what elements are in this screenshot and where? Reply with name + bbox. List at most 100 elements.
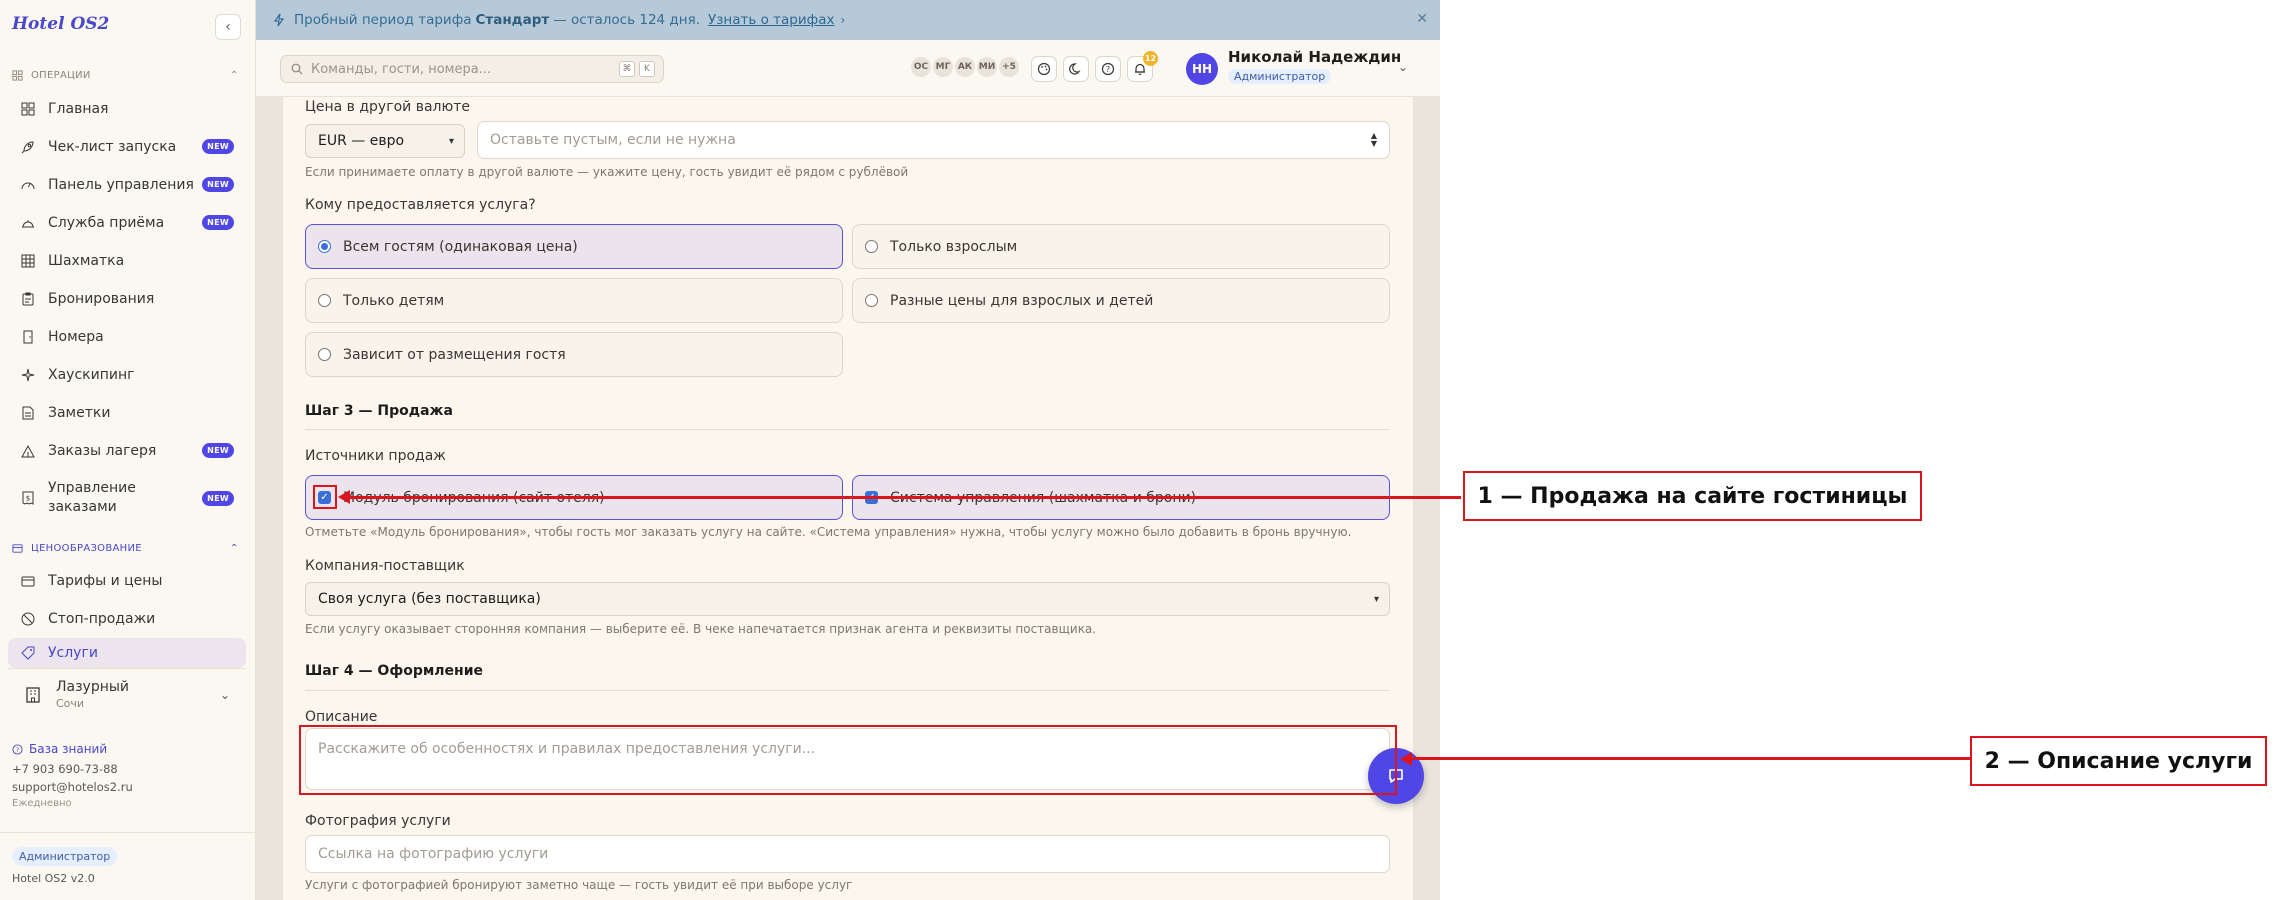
currency-price-input[interactable]: Оставьте пустым, если не нужна ▲ ▼	[477, 121, 1390, 159]
palette-icon	[1037, 62, 1051, 76]
presence-avatar[interactable]: МГ	[933, 57, 953, 77]
step-4-title: Шаг 4 — Оформление	[305, 663, 484, 679]
shortcut-key: K	[639, 61, 655, 77]
theme-palette-button[interactable]	[1031, 56, 1057, 82]
photo-url-placeholder: Ссылка на фотографию услуги	[318, 846, 549, 862]
app-version: Hotel OS2 v2.0	[12, 872, 95, 885]
grid-icon	[20, 101, 36, 117]
sidebar-item[interactable]: Служба приёма NEW	[8, 204, 246, 242]
sidebar-item[interactable]: Хаускипинг	[8, 356, 246, 394]
sidebar-item[interactable]: Стоп-продажи	[8, 600, 246, 638]
sidebar-item[interactable]: Тарифы и цены	[8, 562, 246, 600]
step-3-title: Шаг 3 — Продажа	[305, 403, 453, 419]
hotel-selector[interactable]: Лазурный Сочи ⌄	[8, 668, 246, 720]
user-role-badge: Администратор	[1228, 69, 1332, 84]
sidebar-item-label: Услуги	[48, 644, 98, 661]
sidebar-item-label: Тарифы и цены	[48, 572, 163, 589]
currency-select[interactable]: EUR — евро ▾	[305, 124, 465, 158]
chevron-right-icon: ›	[840, 13, 846, 27]
sources-hint: Отметьте «Модуль бронирования», чтобы го…	[305, 525, 1352, 539]
svg-text:?: ?	[16, 745, 19, 753]
shortcut-key: ⌘	[619, 61, 635, 77]
svg-text:?: ?	[1106, 65, 1110, 74]
help-button[interactable]: ?	[1095, 56, 1121, 82]
sidebar-footer: Администратор Hotel OS2 v2.0	[0, 832, 256, 897]
banner-plan: Стандарт	[475, 12, 550, 28]
chevron-down-icon: ▾	[1373, 593, 1379, 605]
user-name[interactable]: Николай Надеждин	[1228, 48, 1401, 66]
sidebar-item[interactable]: Главная	[8, 90, 246, 128]
divider	[305, 690, 1390, 691]
sidebar-item-label: Шахматка	[48, 252, 125, 269]
tariffs-link[interactable]: Узнать о тарифах	[708, 12, 834, 28]
annotation-highlight-checkbox	[313, 485, 337, 509]
section-label: ЦЕНООБРАЗОВАНИЕ	[31, 542, 142, 554]
knowledge-base-link[interactable]: ? База знаний	[12, 742, 133, 756]
section-pricing[interactable]: ЦЕНООБРАЗОВАНИЕ ⌃	[12, 540, 238, 556]
brand-logo[interactable]: Hotel OS2	[12, 14, 109, 34]
sidebar-item[interactable]: Панель управления NEW	[8, 166, 246, 204]
presence-more[interactable]: +5	[999, 57, 1019, 77]
sidebar-item-label: Хаускипинг	[48, 366, 135, 383]
sidebar-item[interactable]: Чек-лист запуска NEW	[8, 128, 246, 166]
moon-icon	[1069, 63, 1081, 75]
sidebar-item[interactable]: Заказы лагеря NEW	[8, 432, 246, 470]
wallet-icon	[12, 543, 23, 553]
sidebar-item[interactable]: Заметки	[8, 394, 246, 432]
audience-option[interactable]: Всем гостям (одинаковая цена)	[305, 224, 843, 269]
section-label: ОПЕРАЦИИ	[31, 69, 91, 81]
audience-option-label: Только детям	[343, 292, 445, 309]
notification-count: 12	[1143, 51, 1158, 66]
sidebar: Hotel OS2 ‹ ОПЕРАЦИИ ⌃ Главная Чек-лист з…	[0, 0, 256, 900]
presence-avatar[interactable]: ОС	[911, 57, 931, 77]
radio-selected-icon[interactable]	[318, 240, 331, 253]
presence-avatar[interactable]: АК	[955, 57, 975, 77]
currency-hint: Если принимаете оплату в другой валюте —…	[305, 165, 909, 179]
support-email[interactable]: support@hotelos2.ru	[12, 780, 133, 794]
audience-option[interactable]: Зависит от размещения гостя	[305, 332, 843, 377]
audience-option[interactable]: Только взрослым	[852, 224, 1390, 269]
arrow-head-icon	[1400, 752, 1412, 766]
search-icon	[291, 63, 303, 75]
banner-prefix: Пробный период тарифа	[294, 12, 472, 28]
rocket-icon	[20, 139, 36, 155]
collapse-sidebar-button[interactable]: ‹	[215, 14, 241, 40]
tent-icon	[20, 443, 36, 459]
door-icon	[20, 329, 36, 345]
audience-option-label: Только взрослым	[890, 238, 1018, 255]
chevron-down-icon: ⌄	[219, 687, 230, 702]
stepper-icon[interactable]: ▲ ▼	[1371, 132, 1377, 148]
close-banner-icon[interactable]: ✕	[1416, 11, 1428, 27]
annotation-callout-2: 2 — Описание услуги	[1970, 736, 2267, 786]
lightning-icon	[273, 13, 285, 27]
sidebar-item[interactable]: Шахматка	[8, 242, 246, 280]
presence-avatar[interactable]: МИ	[977, 57, 997, 77]
sidebar-item[interactable]: $ Управление заказами NEW	[8, 475, 246, 521]
support-phone[interactable]: +7 903 690-73-88	[12, 762, 133, 776]
chevron-down-icon[interactable]: ⌄	[1398, 60, 1408, 74]
radio-icon[interactable]	[865, 240, 878, 253]
supplier-select[interactable]: Своя услуга (без поставщика) ▾	[305, 582, 1390, 616]
section-operations[interactable]: ОПЕРАЦИИ ⌃	[12, 67, 238, 83]
sidebar-item-label: Главная	[48, 100, 109, 117]
sidebar-item[interactable]: Бронирования	[8, 280, 246, 318]
photo-url-input[interactable]: Ссылка на фотографию услуги	[305, 835, 1390, 873]
description-label: Описание	[305, 709, 378, 725]
new-badge: NEW	[202, 177, 234, 192]
dark-mode-button[interactable]	[1063, 56, 1089, 82]
radio-icon[interactable]	[318, 294, 331, 307]
sidebar-item[interactable]: Услуги	[8, 638, 246, 668]
radio-icon[interactable]	[318, 348, 331, 361]
search-input[interactable]: Команды, гости, номера... ⌘ K	[280, 55, 664, 83]
sidebar-item-label: Заметки	[48, 404, 111, 421]
sidebar-item[interactable]: Номера	[8, 318, 246, 356]
audience-option[interactable]: Разные цены для взрослых и детей	[852, 278, 1390, 323]
online-users[interactable]: ОС МГ АК МИ +5	[911, 57, 1019, 77]
notifications-button[interactable]: 12	[1127, 51, 1158, 82]
radio-icon[interactable]	[865, 294, 878, 307]
annotation-callout-1: 1 — Продажа на сайте гостиницы	[1463, 471, 1922, 521]
avatar[interactable]: НН	[1186, 53, 1218, 85]
building-icon	[26, 686, 40, 703]
divider	[305, 429, 1390, 430]
audience-option[interactable]: Только детям	[305, 278, 843, 323]
